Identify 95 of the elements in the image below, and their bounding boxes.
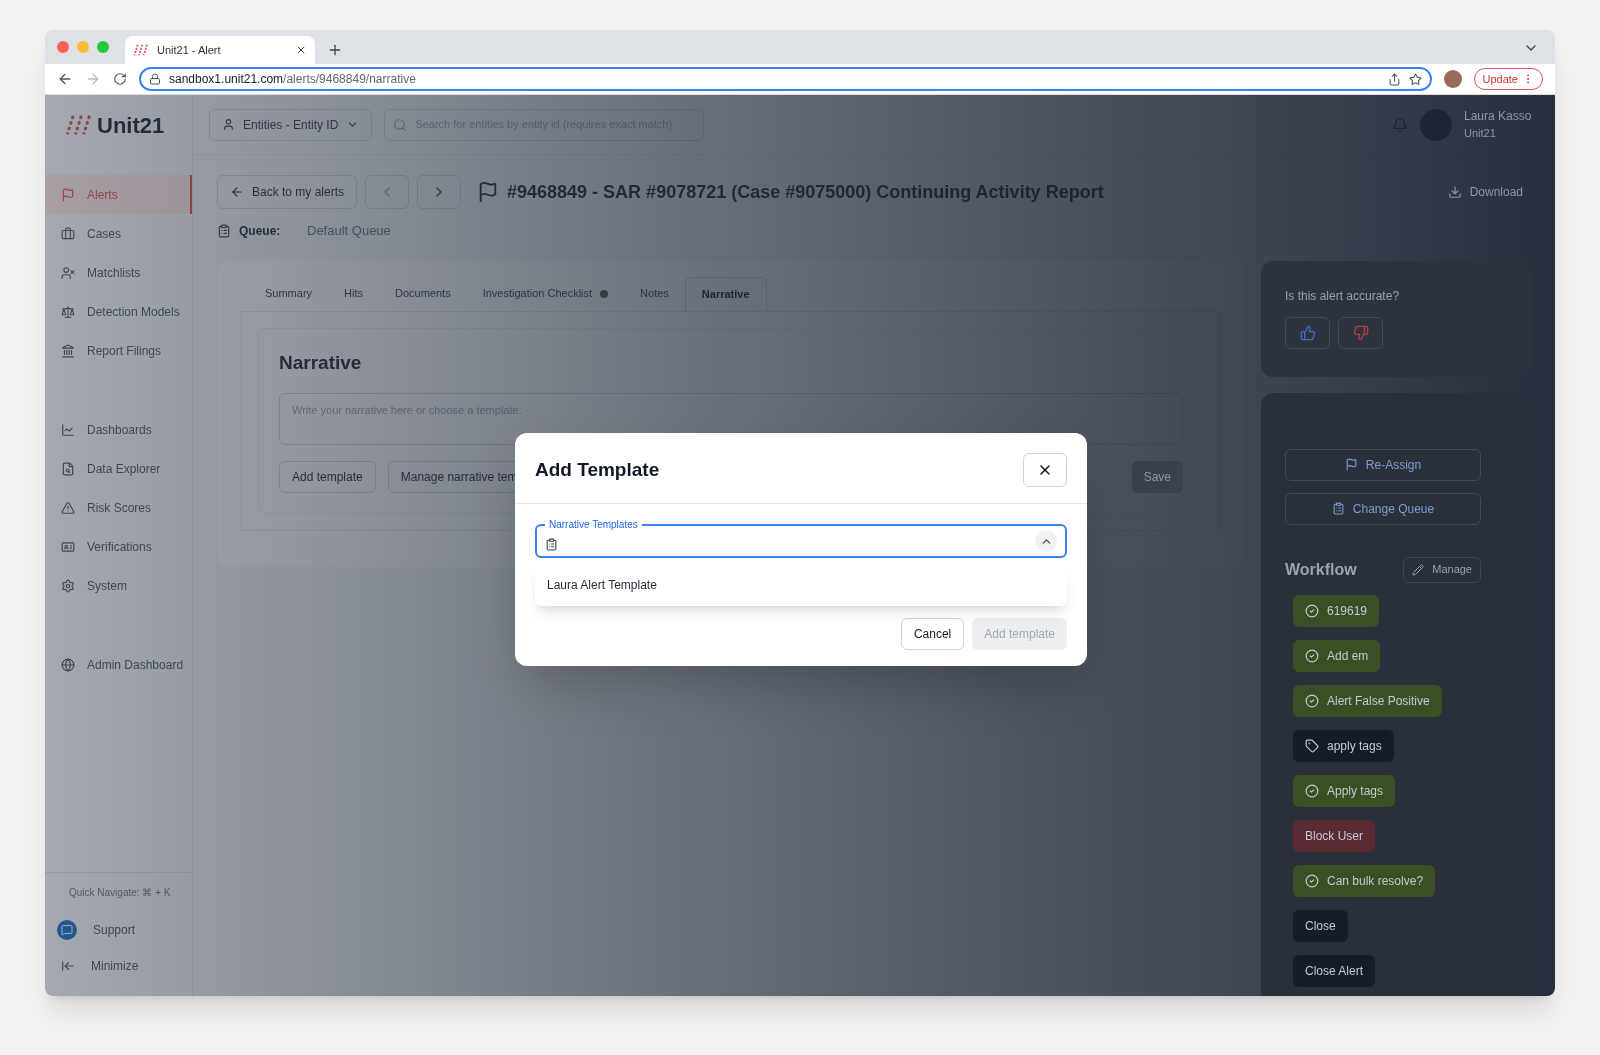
check-circle-icon <box>1305 603 1319 618</box>
chat-icon <box>57 920 77 940</box>
back-to-alerts-button[interactable]: Back to my alerts <box>217 175 358 209</box>
forward-icon[interactable] <box>85 71 101 87</box>
tab[interactable]: Investigation Checklist <box>466 276 625 311</box>
new-tab-icon[interactable] <box>327 42 343 58</box>
check-circle-icon <box>1305 648 1319 663</box>
clipboard-icon <box>1331 502 1345 515</box>
sidebar-item[interactable]: Admin Dashboard <box>45 645 192 684</box>
entity-type-select[interactable]: Entities - Entity ID <box>209 108 373 141</box>
logo-slashes-icon <box>133 42 149 58</box>
scale-icon <box>61 304 75 319</box>
address-bar[interactable]: sandbox1.unit21.com/alerts/9468849/narrative <box>139 67 1432 91</box>
quick-navigate-hint: Quick Navigate: ⌘ + K <box>68 886 172 900</box>
workflow-heading: Workflow <box>1285 559 1358 580</box>
workflow-button[interactable]: Alert False Positive <box>1293 684 1442 717</box>
tab[interactable]: Documents <box>379 276 467 311</box>
save-button[interactable]: Save <box>1131 461 1183 493</box>
brand-name: Unit21 <box>97 111 165 140</box>
workflow-button[interactable]: 619619 <box>1293 594 1380 627</box>
queue-value: Default Queue <box>307 222 391 240</box>
logo-slashes-icon <box>65 113 93 137</box>
workflow-button[interactable]: Block User <box>1293 819 1375 852</box>
reload-icon[interactable] <box>113 72 127 86</box>
tab-title: Unit21 - Alert <box>157 42 222 58</box>
action-button[interactable]: Change Queue <box>1285 492 1481 525</box>
download-icon <box>1447 185 1462 199</box>
thumbs-down-icon <box>1352 324 1369 341</box>
cancel-button[interactable]: Cancel <box>900 618 965 650</box>
sidebar-item[interactable]: Alerts <box>45 175 192 214</box>
document-search-icon <box>61 461 75 476</box>
thumbs-up-icon <box>1299 324 1316 341</box>
flag-icon <box>1344 458 1358 471</box>
tab[interactable]: Hits <box>328 276 379 311</box>
user-x-icon <box>61 265 75 280</box>
tab[interactable]: Summary <box>249 276 329 311</box>
lock-icon <box>149 73 161 85</box>
clipboard-icon <box>545 537 558 551</box>
briefcase-icon <box>61 226 75 241</box>
workflow-button[interactable]: Close <box>1293 909 1348 942</box>
workflow-button[interactable]: Close Alert <box>1293 954 1376 987</box>
user-name: Laura Kasso <box>1464 108 1533 126</box>
thumbs-down-button[interactable] <box>1338 316 1383 349</box>
sidebar-item[interactable]: Report Filings <box>45 331 192 370</box>
pencil-icon <box>1412 563 1425 576</box>
tab[interactable]: Narrative <box>684 276 767 311</box>
download-link[interactable]: Download <box>1447 183 1523 201</box>
flag-icon <box>61 187 75 202</box>
workflow-button[interactable]: Add em <box>1293 639 1381 672</box>
profile-avatar[interactable] <box>1443 70 1462 88</box>
settings-icon <box>61 578 75 593</box>
sidebar-item[interactable]: Dashboards <box>45 410 192 449</box>
user-organization: Unit21 <box>1464 126 1497 142</box>
bookmark-star-icon[interactable] <box>1408 72 1422 86</box>
sidebar-item[interactable]: Data Explorer <box>45 449 192 488</box>
warning-icon <box>61 500 75 515</box>
tag-icon <box>1305 738 1319 753</box>
back-icon[interactable] <box>57 71 73 87</box>
bank-icon <box>61 343 75 358</box>
workflow-button[interactable]: apply tags <box>1293 729 1394 762</box>
url-text: sandbox1.unit21.com/alerts/9468849/narrative <box>169 71 417 88</box>
workflow-button[interactable]: Can bulk resolve? <box>1293 864 1436 897</box>
sidebar-item[interactable]: Risk Scores <box>45 488 192 527</box>
manage-button[interactable]: Manage <box>1403 556 1481 583</box>
sidebar-item[interactable]: Detection Models <box>45 292 192 331</box>
sidebar-item[interactable]: Matchlists <box>45 253 192 292</box>
close-button[interactable] <box>1023 453 1067 487</box>
line-chart-icon <box>61 422 75 437</box>
globe-icon <box>61 657 75 672</box>
narrative-heading: Narrative <box>279 350 363 375</box>
narrative-action-button[interactable]: Add template <box>279 461 376 493</box>
sidebar-item[interactable]: Cases <box>45 214 192 253</box>
close-tab-icon[interactable] <box>295 44 307 56</box>
minimize-link[interactable]: Minimize <box>45 948 192 984</box>
tab[interactable]: Notes <box>624 276 685 311</box>
user-icon <box>222 118 235 131</box>
search-icon <box>393 117 408 132</box>
check-circle-icon <box>1305 693 1319 708</box>
dialog-title: Add Template <box>535 457 660 482</box>
check-circle-icon <box>1305 783 1319 798</box>
thumbs-up-button[interactable] <box>1285 316 1330 349</box>
queue-label: Queue: <box>239 222 282 240</box>
action-button[interactable]: Re-Assign <box>1285 448 1481 481</box>
browser-tab[interactable]: Unit21 - Alert <box>125 36 315 64</box>
sidebar-item[interactable]: Verifications <box>45 527 192 566</box>
template-option[interactable]: Laura Alert Template <box>535 568 1067 602</box>
workflow-button[interactable]: Apply tags <box>1293 774 1396 807</box>
accuracy-question: Is this alert accurate? <box>1285 287 1401 305</box>
collapse-icon <box>61 959 75 973</box>
sidebar-item[interactable]: System <box>45 566 192 605</box>
clipboard-icon <box>217 223 231 238</box>
support-link[interactable]: Support <box>45 912 192 948</box>
check-circle-icon <box>1305 873 1319 888</box>
share-icon[interactable] <box>1387 72 1401 86</box>
id-card-icon <box>61 539 75 554</box>
